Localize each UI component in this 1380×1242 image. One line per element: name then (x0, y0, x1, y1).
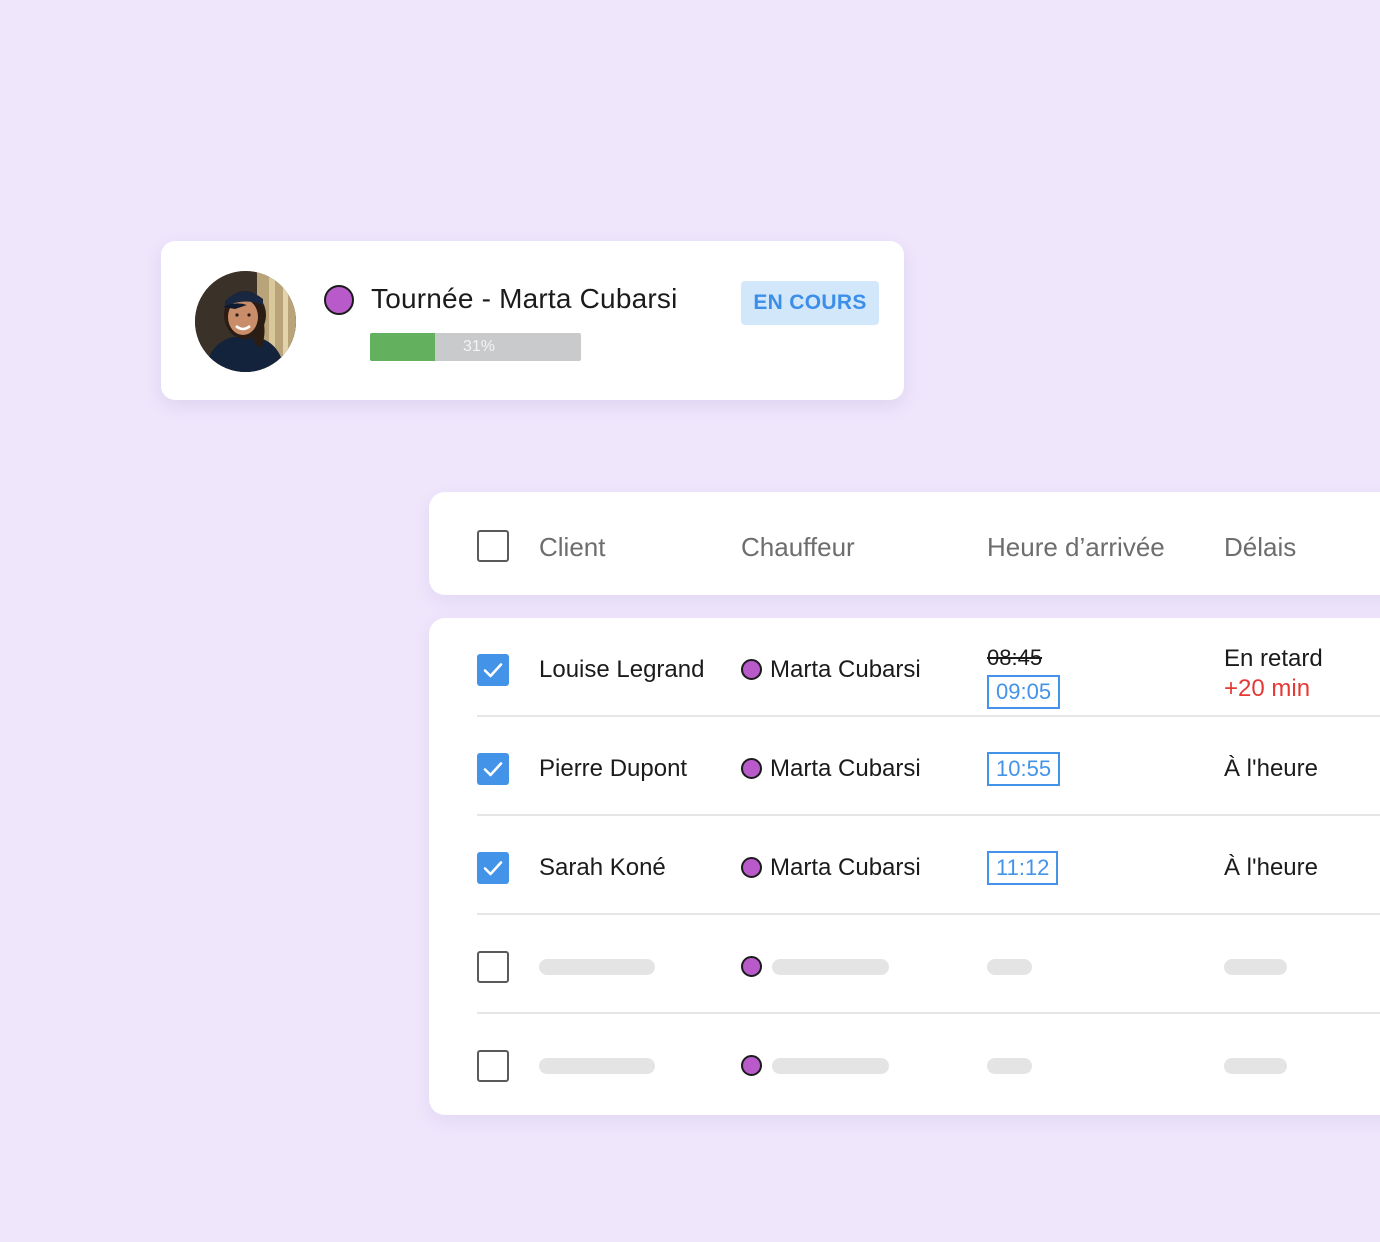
driver-placeholder (772, 959, 889, 975)
time-placeholder (987, 959, 1032, 975)
driver-name: Marta Cubarsi (770, 755, 921, 782)
table-row[interactable]: Pierre Dupont Marta Cubarsi 10:55 À l'he… (429, 717, 1380, 816)
column-header-arrival[interactable]: Heure d’arrivée (987, 532, 1165, 563)
arrival-time[interactable]: 11:12 (987, 851, 1059, 885)
delay-status: En retard (1224, 645, 1323, 672)
driver-color-dot (741, 758, 762, 779)
row-checkbox[interactable] (477, 852, 509, 884)
tour-progress-fill (370, 333, 436, 361)
delay-status: À l'heure (1224, 755, 1318, 782)
status-badge: EN COURS (741, 281, 879, 325)
row-checkbox[interactable] (477, 1050, 509, 1082)
planned-time: 08:45 (987, 645, 1043, 670)
row-checkbox[interactable] (477, 951, 509, 983)
tour-progress-bar: 31% (370, 333, 581, 361)
row-checkbox[interactable] (477, 654, 509, 686)
delay-placeholder (1224, 1058, 1287, 1074)
tour-card[interactable]: Tournée - Marta Cubarsi 31% EN COURS (161, 241, 904, 400)
select-all-checkbox[interactable] (477, 530, 509, 562)
client-placeholder (539, 1058, 655, 1074)
driver-color-dot (741, 857, 762, 878)
client-name: Sarah Koné (539, 854, 666, 881)
row-checkbox[interactable] (477, 753, 509, 785)
driver-color-dot (741, 956, 762, 977)
driver-color-dot (741, 659, 762, 680)
check-icon (483, 663, 503, 678)
client-name: Pierre Dupont (539, 755, 688, 782)
table-header: Client Chauffeur Heure d’arrivée Délais (429, 492, 1380, 595)
arrival-time[interactable]: 09:05 (987, 675, 1061, 709)
driver-placeholder (772, 1058, 889, 1074)
placeholder-row[interactable] (429, 915, 1380, 1014)
driver-color-dot (324, 285, 354, 315)
table-body: Louise Legrand Marta Cubarsi 08:45 09:05… (429, 618, 1380, 1115)
delay-placeholder (1224, 959, 1287, 975)
column-header-delay[interactable]: Délais (1224, 532, 1296, 563)
client-name: Louise Legrand (539, 656, 705, 683)
client-placeholder (539, 959, 655, 975)
driver-color-dot (741, 1055, 762, 1076)
time-placeholder (987, 1058, 1032, 1074)
driver-name: Marta Cubarsi (770, 656, 921, 683)
tour-title: Tournée - Marta Cubarsi (371, 283, 678, 314)
delay-status: À l'heure (1224, 854, 1318, 881)
delay-amount: +20 min (1224, 675, 1311, 702)
driver-avatar (195, 271, 296, 372)
table-row[interactable]: Sarah Koné Marta Cubarsi 11:12 À l'heure (429, 816, 1380, 915)
column-header-driver[interactable]: Chauffeur (741, 532, 855, 563)
table-row[interactable]: Louise Legrand Marta Cubarsi 08:45 09:05… (429, 618, 1380, 717)
arrival-time[interactable]: 10:55 (987, 752, 1061, 786)
check-icon (483, 762, 503, 777)
tour-progress-label: 31% (463, 338, 496, 355)
check-icon (483, 861, 503, 876)
driver-name: Marta Cubarsi (770, 854, 921, 881)
placeholder-row[interactable] (429, 1014, 1380, 1113)
column-header-client[interactable]: Client (539, 532, 605, 563)
